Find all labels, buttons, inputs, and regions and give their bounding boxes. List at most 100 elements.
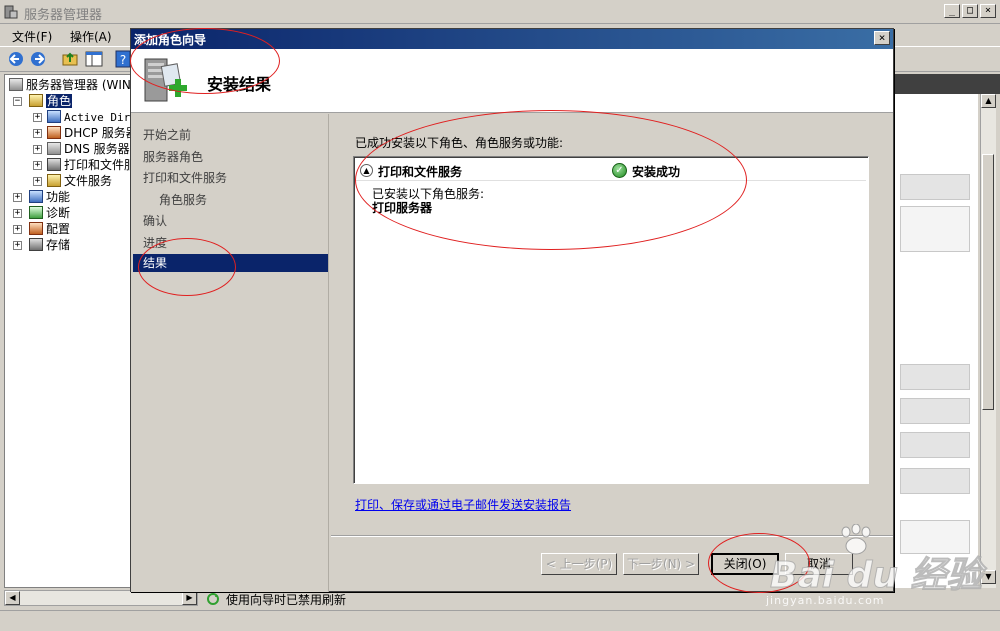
details-section <box>900 174 970 200</box>
tree-item-label: 角色 <box>46 94 73 108</box>
tree-expander[interactable]: + <box>33 113 42 122</box>
wizard-heading: 安装结果 <box>207 75 272 94</box>
details-section <box>900 432 970 458</box>
diagnostics-icon <box>29 206 43 219</box>
details-header-bar <box>893 74 1000 94</box>
server-icon <box>9 78 23 91</box>
printer-icon <box>47 158 61 171</box>
tree-item-dns[interactable]: DNS 服务器 <box>47 141 130 157</box>
roles-icon <box>29 94 43 107</box>
main-window-titlebar: 服务器管理器 _ □ × <box>0 0 1000 24</box>
details-section <box>900 520 970 554</box>
tree-item-configuration[interactable]: 配置 <box>29 221 70 237</box>
tree-item-print-file[interactable]: 打印和文件服 <box>47 157 136 173</box>
features-icon <box>29 190 43 203</box>
results-list: ▲ 打印和文件服务 ✓ 安装成功 已安装以下角色服务: 打印服务器 <box>353 156 869 484</box>
tree-item-label: DHCP 服务器 <box>64 126 138 140</box>
details-vertical-scrollbar[interactable]: ▲ ▼ <box>980 94 996 588</box>
wizard-separator <box>331 535 893 537</box>
print-save-email-report-link[interactable]: 打印、保存或通过电子邮件发送安装报告 <box>355 496 571 513</box>
server-add-role-icon <box>144 58 187 102</box>
tree-root[interactable]: 服务器管理器 (WIN <box>9 77 131 93</box>
tree-expander[interactable]: + <box>13 225 22 234</box>
tree-item-label: DNS 服务器 <box>64 142 130 156</box>
nav-item-progress[interactable]: 进度 <box>143 234 167 251</box>
tree-item-label: 功能 <box>46 190 71 204</box>
maximize-button[interactable]: □ <box>962 4 978 18</box>
tree-item-label: 文件服务 <box>64 174 113 188</box>
scroll-right-arrow-icon[interactable]: ▶ <box>182 591 197 605</box>
server-manager-icon <box>4 5 18 19</box>
menu-file[interactable]: 文件(F) <box>12 28 52 45</box>
nav-item-print-file-services[interactable]: 打印和文件服务 <box>143 169 227 186</box>
tree-item-label: 存储 <box>46 238 71 252</box>
dns-icon <box>47 142 61 155</box>
up-folder-icon[interactable] <box>60 50 80 68</box>
refresh-icon <box>207 593 219 605</box>
tree-item-active-directory[interactable]: Active Dire <box>47 109 137 125</box>
tree-horizontal-scrollbar[interactable]: ◀ ▶ <box>4 590 198 606</box>
tree-item-storage[interactable]: 存储 <box>29 237 70 253</box>
tree-item-roles[interactable]: 角色 <box>29 93 73 109</box>
collapse-icon[interactable]: ▲ <box>360 164 373 177</box>
minimize-button[interactable]: _ <box>944 4 960 18</box>
forward-arrow-icon[interactable] <box>28 50 48 68</box>
details-section <box>900 364 970 390</box>
tree-expander[interactable]: + <box>13 193 22 202</box>
tree-expander[interactable]: + <box>33 129 42 138</box>
show-hide-tree-icon[interactable] <box>84 50 104 68</box>
details-section <box>900 206 970 252</box>
scroll-thumb[interactable] <box>982 154 994 410</box>
tree-item-diagnostics[interactable]: 诊断 <box>29 205 70 221</box>
tree-expander[interactable]: + <box>33 161 42 170</box>
bottom-status-strip <box>0 610 1000 631</box>
close-button[interactable]: × <box>980 4 996 18</box>
tree-item-label: 诊断 <box>46 206 71 220</box>
back-arrow-icon[interactable] <box>6 50 26 68</box>
dhcp-icon <box>47 126 61 139</box>
nav-item-before-you-begin[interactable]: 开始之前 <box>143 126 191 143</box>
tree-item-label: 配置 <box>46 222 71 236</box>
close-wizard-button[interactable]: 关闭(O) <box>711 553 779 575</box>
add-roles-wizard-dialog: 添加角色向导 × 安装结果 开始之前 服务器角色 打印和文件服务 角色服务 确认… <box>130 28 894 592</box>
wizard-content: 已成功安装以下角色、角色服务或功能: ▲ 打印和文件服务 ✓ 安装成功 已安装以… <box>331 114 893 534</box>
scroll-left-arrow-icon[interactable]: ◀ <box>5 591 20 605</box>
cancel-button[interactable]: 取消 <box>785 553 853 575</box>
details-pane <box>893 94 978 588</box>
tree-expander-roles[interactable]: − <box>13 97 22 106</box>
tree-item-label: Active Dire <box>64 111 137 124</box>
tree-item-label: 打印和文件服 <box>64 158 137 172</box>
storage-icon <box>29 238 43 251</box>
nav-item-results[interactable]: 结果 <box>133 254 328 272</box>
result-service-name: 打印服务器 <box>372 201 433 215</box>
details-section <box>900 398 970 424</box>
wizard-titlebar: 添加角色向导 × <box>131 29 893 49</box>
nav-item-server-roles[interactable]: 服务器角色 <box>143 148 203 165</box>
configuration-icon <box>29 222 43 235</box>
tree-item-dhcp[interactable]: DHCP 服务器 <box>47 125 138 141</box>
nav-item-confirmation[interactable]: 确认 <box>143 212 167 229</box>
wizard-close-button[interactable]: × <box>874 31 890 45</box>
file-services-icon <box>47 174 61 187</box>
tree-item-features[interactable]: 功能 <box>29 189 70 205</box>
nav-item-role-services[interactable]: 角色服务 <box>159 191 207 208</box>
previous-button[interactable]: < 上一步(P) <box>541 553 617 575</box>
status-bar: 使用向导时已禁用刷新 <box>200 590 980 608</box>
tree-expander[interactable]: + <box>13 241 22 250</box>
active-directory-icon <box>47 110 61 123</box>
tree-expander[interactable]: + <box>13 209 22 218</box>
scroll-down-arrow-icon[interactable]: ▼ <box>981 570 996 584</box>
details-section <box>900 468 970 494</box>
check-icon: ✓ <box>612 163 627 178</box>
tree-expander[interactable]: + <box>33 145 42 154</box>
menu-action[interactable]: 操作(A) <box>70 28 112 45</box>
scroll-up-arrow-icon[interactable]: ▲ <box>981 94 996 108</box>
result-role-name: 打印和文件服务 <box>378 165 463 179</box>
result-row: ▲ 打印和文件服务 ✓ 安装成功 <box>356 161 866 181</box>
tree-item-file-services[interactable]: 文件服务 <box>47 173 112 189</box>
next-button[interactable]: 下一步(N) > <box>623 553 699 575</box>
result-status: 安装成功 <box>632 165 681 179</box>
tree-root-label: 服务器管理器 (WIN <box>26 78 131 92</box>
results-intro-text: 已成功安装以下角色、角色服务或功能: <box>355 136 564 150</box>
tree-expander[interactable]: + <box>33 177 42 186</box>
